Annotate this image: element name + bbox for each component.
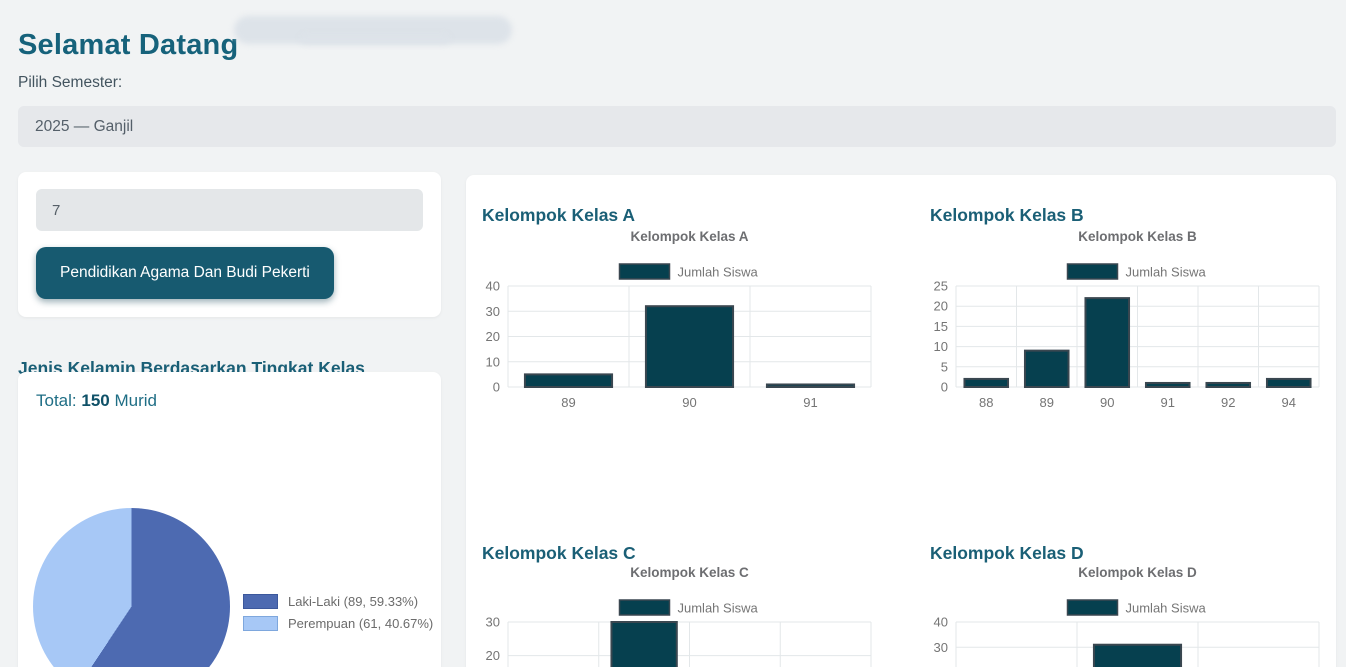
legend-swatch bbox=[620, 600, 670, 615]
gender-pie-legend: Laki-Laki (89, 59.33%) Perempuan (61, 40… bbox=[243, 590, 433, 634]
chart-title: Kelompok Kelas C bbox=[630, 565, 749, 580]
legend-label: Jumlah Siswa bbox=[678, 601, 759, 616]
bar[interactable] bbox=[1085, 298, 1129, 387]
y-tick-label: 30 bbox=[486, 615, 500, 630]
female-legend-label: Perempuan (61, 40.67%) bbox=[288, 616, 433, 631]
bar[interactable] bbox=[1025, 351, 1069, 387]
bar[interactable] bbox=[611, 622, 676, 667]
page-title: Selamat Datang bbox=[18, 29, 238, 62]
legend-swatch bbox=[1068, 264, 1118, 279]
bar[interactable] bbox=[964, 379, 1008, 387]
semester-select[interactable]: 2025 — Ganjil bbox=[18, 106, 1336, 147]
dashboard-page: Selamat Datang Pilih Semester: 2025 — Ga… bbox=[0, 0, 1346, 667]
y-tick-label: 0 bbox=[493, 380, 500, 395]
chart-title: Kelompok Kelas B bbox=[1078, 229, 1197, 244]
legend-row-male: Laki-Laki (89, 59.33%) bbox=[243, 590, 433, 612]
x-tick-label: 91 bbox=[803, 395, 817, 410]
x-tick-label: 89 bbox=[1040, 395, 1054, 410]
y-tick-label: 40 bbox=[486, 279, 500, 294]
y-tick-label: 10 bbox=[934, 339, 948, 354]
bar[interactable] bbox=[525, 374, 612, 387]
y-tick-label: 30 bbox=[486, 304, 500, 319]
subject-button[interactable]: Pendidikan Agama Dan Budi Pekerti bbox=[36, 247, 334, 299]
x-tick-label: 90 bbox=[682, 395, 696, 410]
bar-chart-kelas-d: Kelompok Kelas DJumlah Siswa010203040 bbox=[926, 560, 1322, 667]
grade-input[interactable] bbox=[36, 189, 423, 231]
legend-label: Jumlah Siswa bbox=[1126, 265, 1207, 280]
bar-chart-kelas-c: Kelompok Kelas CJumlah Siswa0102030 bbox=[478, 560, 874, 667]
total-value: 150 bbox=[81, 391, 109, 410]
male-legend-label: Laki-Laki (89, 59.33%) bbox=[288, 594, 418, 609]
legend-label: Jumlah Siswa bbox=[1126, 601, 1207, 616]
x-tick-label: 91 bbox=[1161, 395, 1175, 410]
x-tick-label: 94 bbox=[1282, 395, 1296, 410]
filter-card: Pendidikan Agama Dan Budi Pekerti bbox=[18, 172, 441, 317]
bar[interactable] bbox=[1267, 379, 1311, 387]
bar-chart-kelas-b: Kelompok Kelas B Jumlah Siswa 0 5 10 15 20 25 88… bbox=[926, 224, 1322, 424]
class-charts-panel: Kelompok Kelas A Kelompok Kelas B Kelomp… bbox=[466, 175, 1336, 667]
y-tick-label: 30 bbox=[934, 640, 948, 655]
gender-pie-chart[interactable] bbox=[33, 508, 230, 667]
bar-chart-kelas-a: Kelompok Kelas A Jumlah Siswa 0 10 20 30 40 89 9… bbox=[478, 224, 874, 424]
y-tick-label: 20 bbox=[486, 329, 500, 344]
y-tick-label: 25 bbox=[934, 279, 948, 294]
legend-row-female: Perempuan (61, 40.67%) bbox=[243, 612, 433, 634]
bar[interactable] bbox=[767, 384, 854, 387]
gender-chart-card: Total: 150 Murid Laki-Laki (89, 59.33%) … bbox=[18, 372, 441, 667]
female-legend-swatch bbox=[243, 616, 278, 631]
total-students-line: Total: 150 Murid bbox=[36, 391, 157, 411]
y-tick-label: 20 bbox=[486, 648, 500, 663]
bar[interactable] bbox=[646, 306, 733, 387]
x-tick-label: 88 bbox=[979, 395, 993, 410]
chart-card-heading-b: Kelompok Kelas B bbox=[930, 205, 1084, 226]
chart-title: Kelompok Kelas A bbox=[630, 229, 748, 244]
bar[interactable] bbox=[1206, 383, 1250, 387]
total-prefix: Total: bbox=[36, 391, 77, 410]
male-legend-swatch bbox=[243, 594, 278, 609]
legend-swatch bbox=[620, 264, 670, 279]
legend-swatch bbox=[1068, 600, 1118, 615]
chart-card-heading-a: Kelompok Kelas A bbox=[482, 205, 635, 226]
chart-title: Kelompok Kelas D bbox=[1078, 565, 1197, 580]
y-tick-label: 15 bbox=[934, 319, 948, 334]
total-suffix: Murid bbox=[114, 391, 157, 410]
semester-label: Pilih Semester: bbox=[18, 74, 122, 92]
x-tick-label: 89 bbox=[561, 395, 575, 410]
y-tick-label: 10 bbox=[486, 354, 500, 369]
x-tick-label: 90 bbox=[1100, 395, 1114, 410]
bar[interactable] bbox=[1146, 383, 1190, 387]
y-tick-label: 5 bbox=[941, 359, 948, 374]
y-tick-label: 20 bbox=[934, 299, 948, 314]
x-tick-label: 92 bbox=[1221, 395, 1235, 410]
legend-label: Jumlah Siswa bbox=[678, 265, 759, 280]
y-tick-label: 40 bbox=[934, 615, 948, 630]
redacted-user-name-smudge bbox=[300, 34, 450, 44]
y-tick-label: 0 bbox=[941, 380, 948, 395]
bar[interactable] bbox=[1094, 645, 1181, 667]
